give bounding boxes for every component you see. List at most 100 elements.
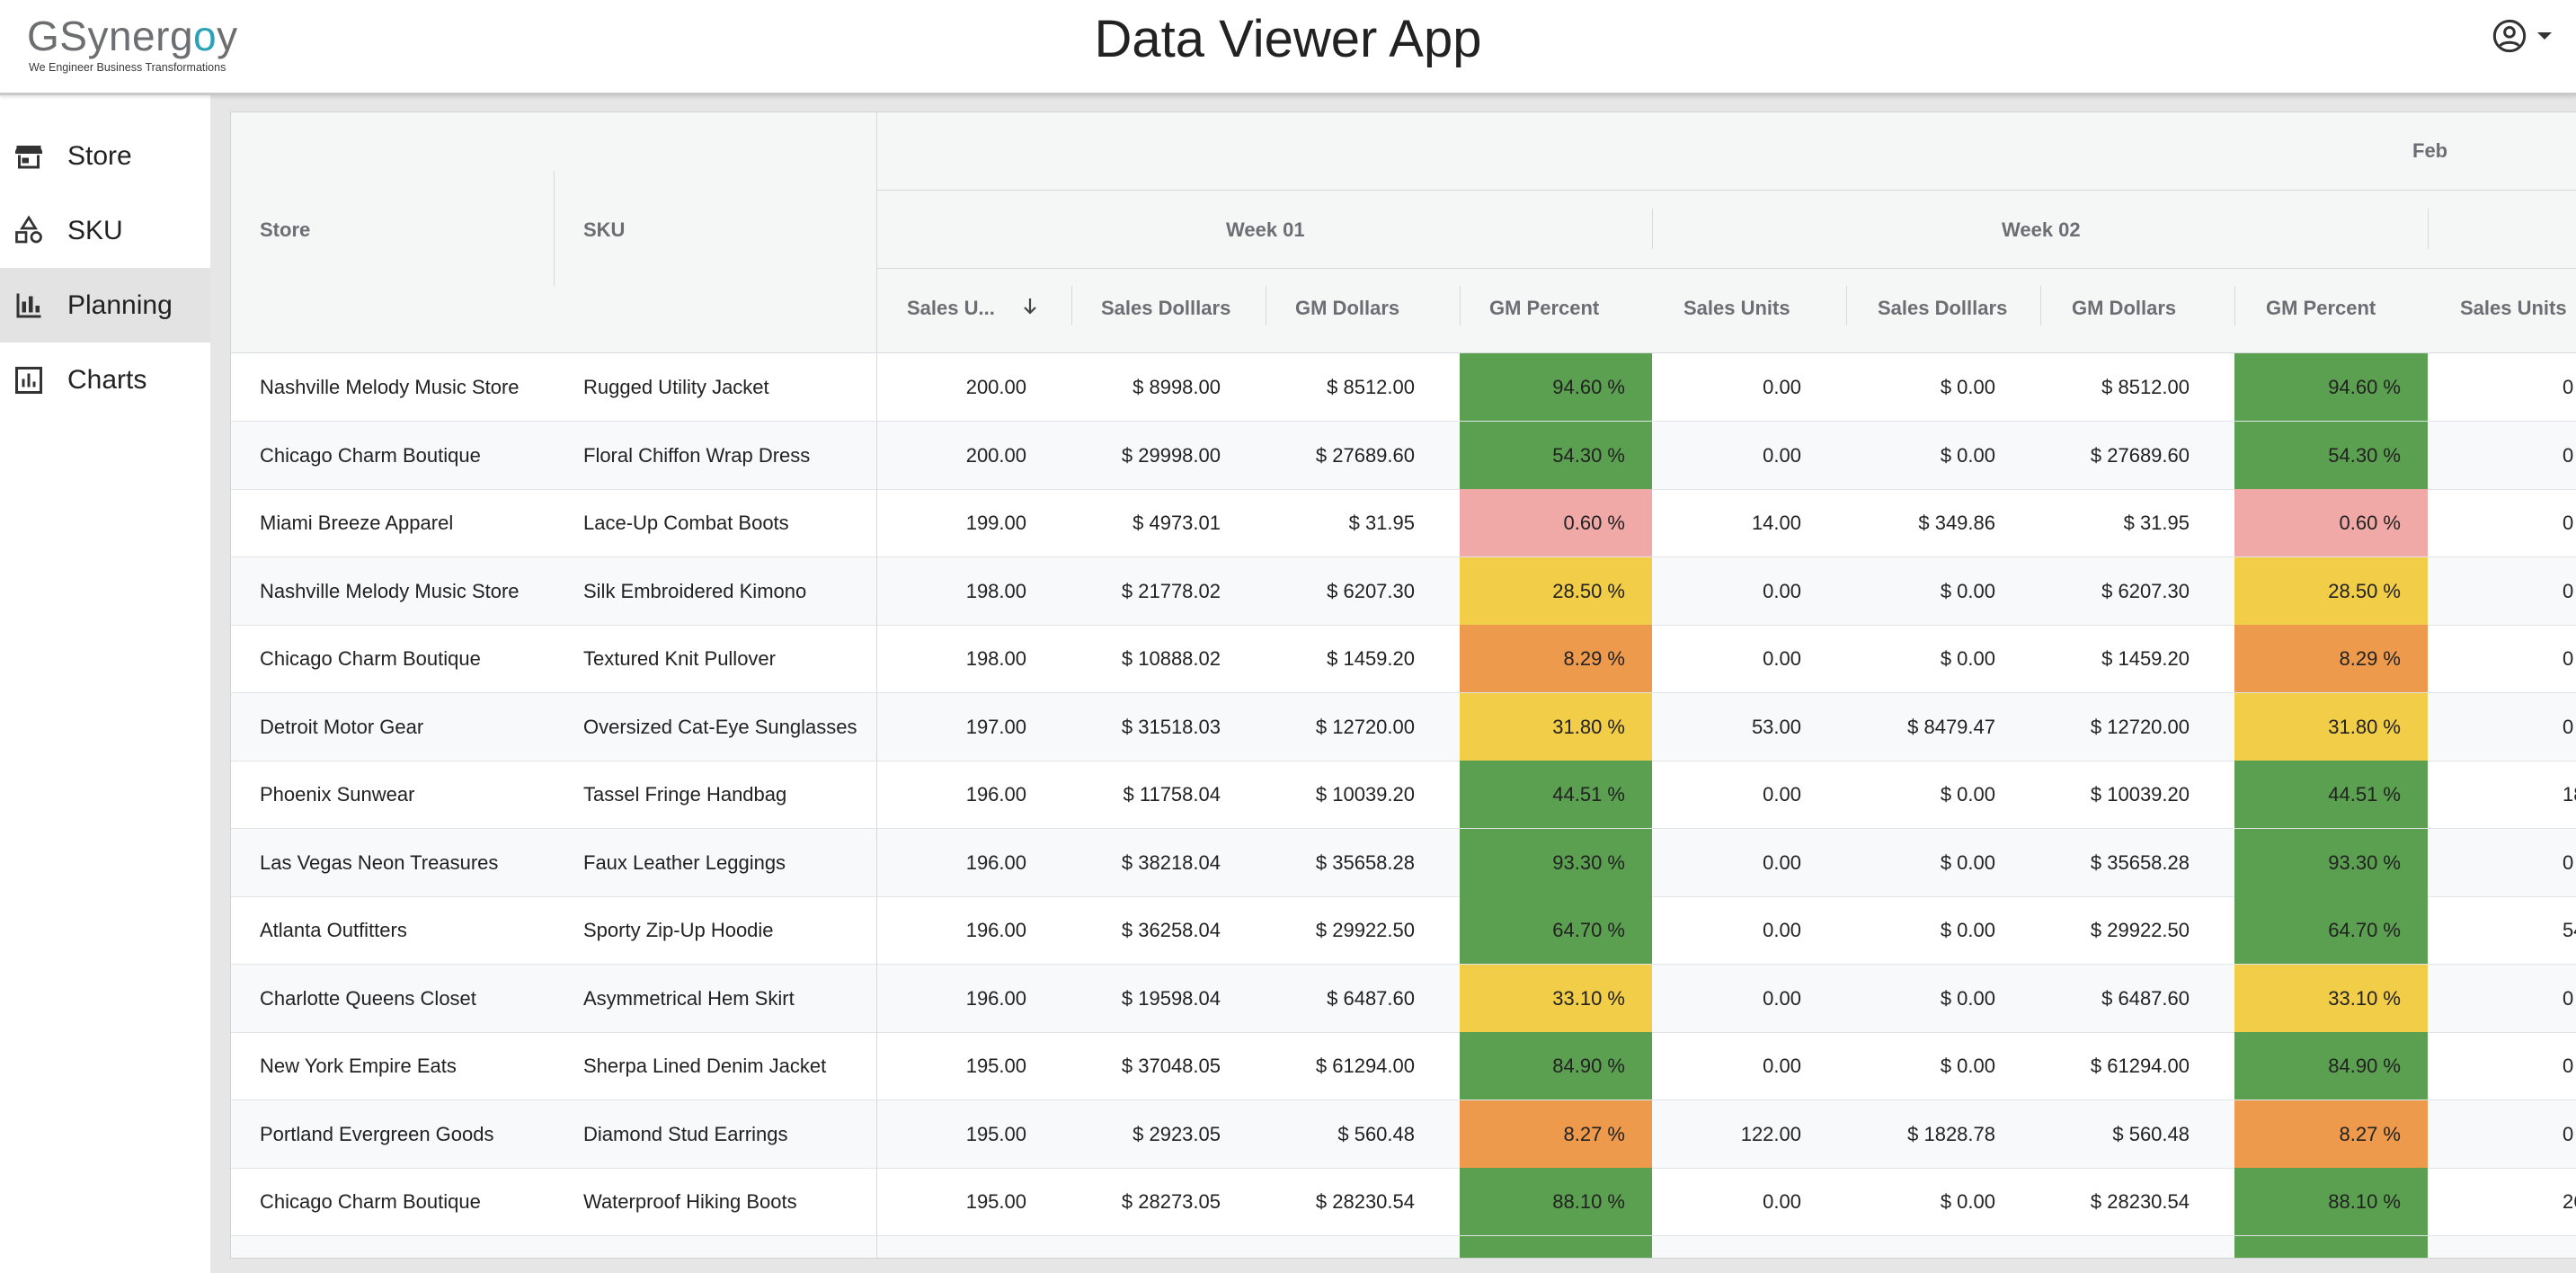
cell-w1-sales-units[interactable]: 198.00 <box>877 625 1053 692</box>
cell-sku[interactable]: Waterproof Hiking Boots <box>583 1168 871 1235</box>
cell-sku[interactable]: Faux Leather Leggings <box>583 829 871 896</box>
sidebar-item-sku[interactable]: SKU <box>0 193 210 268</box>
cell-w3-sales-units[interactable]: 0 <box>2428 829 2576 896</box>
cell-w2-sales-dollars[interactable]: $ 0.00 <box>1846 761 2022 828</box>
cell-w2-sales-dollars[interactable]: $ 0.00 <box>1846 422 2022 489</box>
sidebar-item-planning[interactable]: Planning <box>0 268 210 343</box>
cell-w2-sales-dollars[interactable]: $ 0.00 <box>1846 353 2022 421</box>
cell-w1-sales-dollars[interactable]: $ 21778.02 <box>1071 557 1248 625</box>
cell-w2-sales-units[interactable]: 122.00 <box>1652 1100 1828 1168</box>
table-row[interactable]: Phoenix Sunwear Tassel Fringe Handbag 196.… <box>231 761 2576 829</box>
cell-w1-gm-percent[interactable]: 94.60 % <box>1460 353 1652 421</box>
cell-sku[interactable]: Sporty Zip-Up Hoodie <box>583 896 871 964</box>
table-row[interactable]: Nashville Melody Music Store Rugged Utili… <box>231 353 2576 422</box>
cell-w3-sales-units[interactable]: 0 <box>2428 557 2576 625</box>
cell-w2-sales-units[interactable]: 0.00 <box>1652 557 1828 625</box>
cell-w2-gm-percent[interactable]: 8.29 % <box>2234 625 2428 692</box>
cell-w1-gm-dollars[interactable]: $ 6207.30 <box>1266 557 1442 625</box>
cell-sku[interactable]: Rugged Utility Jacket <box>583 353 871 421</box>
cell-w1-gm-percent[interactable]: 54.30 % <box>1460 421 1652 489</box>
column-header-w2-sales-dollars[interactable]: Sales Dolllars <box>1878 297 2007 320</box>
cell-w2-gm-dollars[interactable]: $ 28230.54 <box>2040 1168 2216 1235</box>
cell-w1-sales-dollars[interactable]: $ 8998.00 <box>1071 353 1248 421</box>
cell-w2-sales-dollars[interactable]: $ 0.00 <box>1846 625 2022 692</box>
column-header-w2-gm-dollars[interactable]: GM Dollars <box>2072 297 2176 320</box>
cell-sku[interactable]: Floral Chiffon Wrap Dress <box>583 422 871 489</box>
cell-w1-sales-units[interactable]: 196.00 <box>877 761 1053 828</box>
cell-sku[interactable]: Silk Embroidered Kimono <box>583 557 871 625</box>
cell-w2-gm-percent[interactable]: 64.70 % <box>2234 896 2428 964</box>
cell-store[interactable]: Charlotte Queens Closet <box>260 965 547 1032</box>
cell-w1-sales-dollars[interactable]: $ 4973.01 <box>1071 489 1248 556</box>
table-row[interactable]: Chicago Charm Boutique Floral Chiffon Wra… <box>231 421 2576 490</box>
cell-w2-gm-dollars[interactable]: $ 29922.50 <box>2040 896 2216 964</box>
cell-w1-gm-dollars[interactable]: $ 29922.50 <box>1266 896 1442 964</box>
cell-w2-sales-units[interactable]: 0.00 <box>1652 625 1828 692</box>
cell-w3-sales-units[interactable]: 0 <box>2428 965 2576 1032</box>
column-header-w1-gm-dollars[interactable]: GM Dollars <box>1295 297 1399 320</box>
cell-w2-gm-dollars[interactable]: $ 35658.28 <box>2040 829 2216 896</box>
cell-w3-sales-units[interactable]: 0 <box>2428 489 2576 556</box>
cell-w2-gm-dollars[interactable]: $ 27689.60 <box>2040 422 2216 489</box>
cell-w2-gm-dollars[interactable]: $ 8512.00 <box>2040 353 2216 421</box>
cell-w1-sales-dollars[interactable]: $ 36258.04 <box>1071 896 1248 964</box>
cell-w3-sales-units[interactable]: 0 <box>2428 1032 2576 1099</box>
cell-w2-gm-percent[interactable]: 28.50 % <box>2234 556 2428 625</box>
column-header-w2-gm-percent[interactable]: GM Percent <box>2266 297 2376 320</box>
cell-store[interactable]: Miami Breeze Apparel <box>260 489 547 556</box>
cell-store[interactable]: Chicago Charm Boutique <box>260 625 547 692</box>
cell-w2-gm-percent[interactable]: 44.51 % <box>2234 761 2428 828</box>
cell-w1-gm-percent[interactable]: 8.29 % <box>1460 625 1652 692</box>
cell-store[interactable]: Atlanta Outfitters <box>260 896 547 964</box>
sidebar-item-charts[interactable]: Charts <box>0 343 210 417</box>
cell-w1-sales-units[interactable]: 197.00 <box>877 693 1053 761</box>
table-row[interactable]: New York Empire Eats Sherpa Lined Denim J… <box>231 1032 2576 1100</box>
column-header-w3-sales-units[interactable]: Sales Units <box>2460 297 2567 320</box>
cell-w2-sales-units[interactable]: 0.00 <box>1652 896 1828 964</box>
cell-sku[interactable]: Tassel Fringe Handbag <box>583 761 871 828</box>
cell-sku[interactable]: Sherpa Lined Denim Jacket <box>583 1032 871 1099</box>
cell-sku[interactable]: Asymmetrical Hem Skirt <box>583 965 871 1032</box>
cell-w2-sales-units[interactable]: 0.00 <box>1652 1032 1828 1099</box>
cell-w2-sales-units[interactable]: 0.00 <box>1652 965 1828 1032</box>
cell-w2-gm-percent[interactable]: 84.90 % <box>2234 1032 2428 1099</box>
cell-w1-sales-dollars[interactable]: $ 28273.05 <box>1071 1168 1248 1235</box>
cell-w1-gm-dollars[interactable]: $ 28230.54 <box>1266 1168 1442 1235</box>
cell-store[interactable]: New York Empire Eats <box>260 1032 547 1099</box>
arrow-down-icon[interactable] <box>1022 296 1038 322</box>
cell-sku[interactable]: Oversized Cat-Eye Sunglasses <box>583 693 871 761</box>
cell-w3-sales-units[interactable]: 0 <box>2428 422 2576 489</box>
cell-w1-sales-dollars[interactable]: $ 2923.05 <box>1071 1100 1248 1168</box>
cell-w2-gm-percent[interactable]: 88.10 % <box>2234 1168 2428 1235</box>
cell-w2-sales-dollars[interactable]: $ 0.00 <box>1846 829 2022 896</box>
cell-w1-sales-dollars[interactable]: $ 37048.05 <box>1071 1032 1248 1099</box>
cell-w2-gm-dollars[interactable]: $ 12720.00 <box>2040 693 2216 761</box>
cell-w2-gm-dollars[interactable]: $ 6487.60 <box>2040 965 2216 1032</box>
cell-store[interactable]: Detroit Motor Gear <box>260 693 547 761</box>
cell-w3-sales-units[interactable]: 0 <box>2428 353 2576 421</box>
cell-w1-sales-units[interactable]: 196.00 <box>877 896 1053 964</box>
cell-w2-sales-units[interactable]: 0.00 <box>1652 1168 1828 1235</box>
cell-w1-gm-dollars[interactable]: $ 560.48 <box>1266 1100 1442 1168</box>
cell-store[interactable]: Las Vegas Neon Treasures <box>260 829 547 896</box>
cell-gm-percent[interactable] <box>2234 1235 2428 1258</box>
cell-w1-sales-dollars[interactable]: $ 29998.00 <box>1071 422 1248 489</box>
cell-w1-gm-percent[interactable]: 93.30 % <box>1460 828 1652 896</box>
cell-store[interactable]: Phoenix Sunwear <box>260 761 547 828</box>
column-header-w1-gm-percent[interactable]: GM Percent <box>1489 297 1599 320</box>
cell-w3-sales-units[interactable]: 54 <box>2428 896 2576 964</box>
cell-w2-gm-percent[interactable]: 33.10 % <box>2234 964 2428 1032</box>
cell-w2-sales-dollars[interactable]: $ 349.86 <box>1846 489 2022 556</box>
cell-w1-sales-units[interactable]: 198.00 <box>877 557 1053 625</box>
cell-w1-sales-dollars[interactable]: $ 31518.03 <box>1071 693 1248 761</box>
cell-w2-sales-dollars[interactable]: $ 0.00 <box>1846 1168 2022 1235</box>
column-header-w2-sales-units[interactable]: Sales Units <box>1683 297 1790 320</box>
cell-w2-gm-dollars[interactable]: $ 560.48 <box>2040 1100 2216 1168</box>
cell-w2-gm-dollars[interactable]: $ 1459.20 <box>2040 625 2216 692</box>
cell-store[interactable]: Chicago Charm Boutique <box>260 1168 547 1235</box>
cell-w1-sales-units[interactable]: 195.00 <box>877 1168 1053 1235</box>
cell-w1-gm-dollars[interactable]: $ 6487.60 <box>1266 965 1442 1032</box>
sidebar-item-store[interactable]: Store <box>0 119 210 193</box>
table-row[interactable]: Atlanta Outfitters Sporty Zip-Up Hoodie 19… <box>231 896 2576 965</box>
cell-w1-gm-percent[interactable]: 88.10 % <box>1460 1168 1652 1235</box>
